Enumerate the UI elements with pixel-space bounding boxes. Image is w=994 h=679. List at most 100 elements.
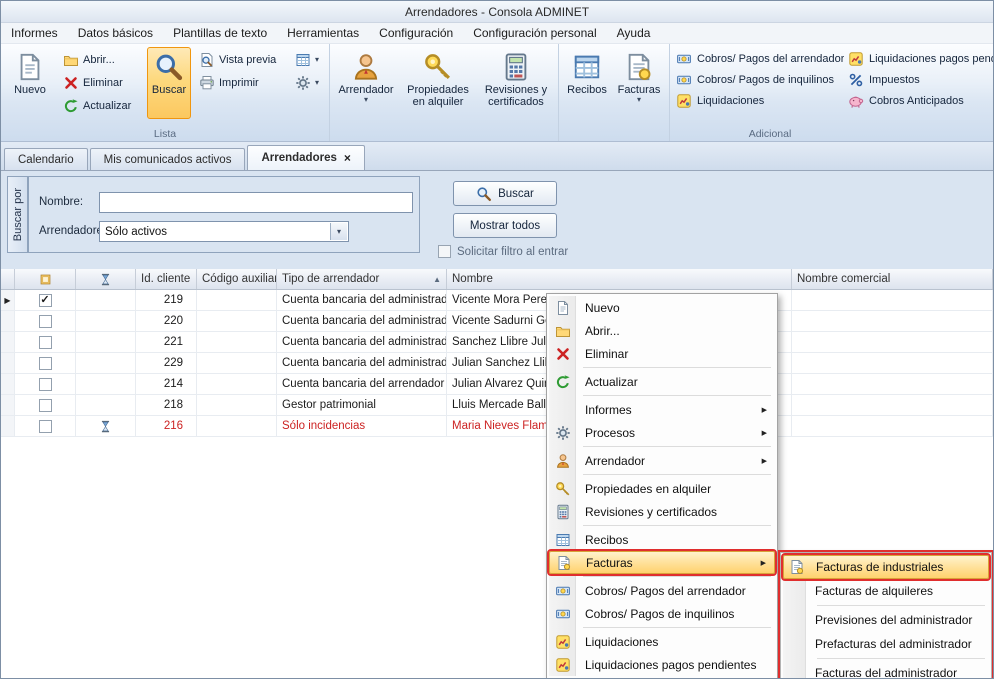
close-icon[interactable]: × xyxy=(344,151,351,165)
cell-codigo xyxy=(197,416,277,436)
submenu-item-facturas-de-alquileres[interactable]: Facturas de alquileres xyxy=(783,579,989,603)
arrendador-button[interactable]: Arrendador ▾ xyxy=(334,47,398,119)
table-row[interactable]: 219 Cuenta bancaria del administrador Vi… xyxy=(1,290,993,311)
menu-ayuda[interactable]: Ayuda xyxy=(607,24,661,42)
arrendadores-select[interactable]: Sólo activos ▾ xyxy=(99,221,349,242)
context-menu-item-procesos[interactable]: Procesos ▶ xyxy=(549,421,775,444)
cobros-pagos-inquilinos-button[interactable]: Cobros/ Pagos de inquilinos xyxy=(673,70,845,90)
row-checkbox[interactable] xyxy=(39,315,52,328)
submenu-item-facturas-de-industriales[interactable]: Facturas de industriales xyxy=(783,555,989,579)
invoice-icon xyxy=(556,555,572,571)
impuestos-button[interactable]: Impuestos xyxy=(845,70,994,90)
context-menu-item-revisiones-y-certificados[interactable]: Revisiones y certificados xyxy=(549,500,775,523)
context-menu-item-arrendador[interactable]: Arrendador ▶ xyxy=(549,449,775,472)
context-menu-item-abrir[interactable]: Abrir... xyxy=(549,319,775,342)
submenu-item-facturas-del-administrador[interactable]: Facturas del administrador xyxy=(783,661,989,679)
table-row[interactable]: 220 Cuenta bancaria del administrador Vi… xyxy=(1,311,993,332)
context-menu-item-cobros-pagos-del-arrendador[interactable]: Cobros/ Pagos del arrendador xyxy=(549,579,775,602)
row-checkbox[interactable] xyxy=(39,420,52,433)
menu-item-label: Nuevo xyxy=(585,301,620,315)
menu-item-label: Procesos xyxy=(585,426,635,440)
chevron-down-icon: ▾ xyxy=(337,228,341,236)
new-document-icon xyxy=(555,300,571,316)
tab-mis-comunicados-activos[interactable]: Mis comunicados activos xyxy=(90,148,246,170)
buscar-label: Buscar xyxy=(152,84,186,96)
invoice-icon xyxy=(624,52,654,82)
context-menu-item-nuevo[interactable]: Nuevo xyxy=(549,296,775,319)
vista-previa-button[interactable]: Vista previa xyxy=(194,49,286,70)
flag-column-header[interactable] xyxy=(76,269,136,289)
submenu-item-prefacturas-del-administrador[interactable]: Prefacturas del administrador xyxy=(783,632,989,656)
column-header-nombre-comercial[interactable]: Nombre comercial xyxy=(792,269,993,289)
menu-item-label: Facturas de industriales xyxy=(816,560,943,574)
column-header-tipo-de-arrendador[interactable]: Tipo de arrendador ▲ xyxy=(277,269,447,289)
nombre-input[interactable] xyxy=(99,192,413,213)
column-header-id-cliente[interactable]: Id. cliente xyxy=(136,269,197,289)
menu-informes[interactable]: Informes xyxy=(1,24,68,42)
context-menu-item-liquidaciones-pagos-pendientes[interactable]: Liquidaciones pagos pendientes xyxy=(549,653,775,676)
submenu-item-previsiones-del-administrador[interactable]: Previsiones del administrador xyxy=(783,608,989,632)
view-options-dropdown[interactable]: ▾ xyxy=(290,49,324,70)
key-icon xyxy=(555,481,571,497)
liquidaciones-pagos-pendientes-button[interactable]: Liquidaciones pagos pendientes xyxy=(845,49,994,69)
menu-configuracion-personal[interactable]: Configuración personal xyxy=(463,24,606,42)
context-menu-item-actualizar[interactable]: Actualizar xyxy=(549,370,775,393)
context-menu-item-propiedades-en-alquiler[interactable]: Propiedades en alquiler xyxy=(549,477,775,500)
tab-label: Arrendadores xyxy=(261,152,336,164)
propiedades-en-alquiler-button[interactable]: Propiedades en alquiler xyxy=(400,47,476,119)
print-preview-icon xyxy=(199,52,215,68)
tab-calendario[interactable]: Calendario xyxy=(4,148,88,170)
delete-icon xyxy=(555,346,571,362)
context-menu-item-recibos[interactable]: Recibos xyxy=(549,528,775,551)
context-menu-item-eliminar[interactable]: Eliminar xyxy=(549,342,775,365)
context-menu-item-informes[interactable]: Informes ▶ xyxy=(549,398,775,421)
row-checkbox[interactable] xyxy=(39,399,52,412)
solicitar-filtro-checkbox-row: Solicitar filtro al entrar xyxy=(438,245,568,258)
imprimir-button[interactable]: Imprimir xyxy=(194,72,286,93)
menu-item-label: Facturas de alquileres xyxy=(815,584,933,598)
recibos-button[interactable]: Recibos xyxy=(563,47,611,119)
liquidaciones-button[interactable]: Liquidaciones xyxy=(673,91,845,111)
buscar-panel-button[interactable]: Buscar xyxy=(453,181,557,206)
table-row[interactable]: 216 Sólo incidencias Maria Nieves Flamer xyxy=(1,416,993,437)
tab-arrendadores[interactable]: Arrendadores × xyxy=(247,145,364,170)
context-menu-item-liquidaciones[interactable]: Liquidaciones xyxy=(549,630,775,653)
facturas-button[interactable]: Facturas ▾ xyxy=(613,47,665,119)
menu-configuracion[interactable]: Configuración xyxy=(369,24,463,42)
nuevo-button[interactable]: Nuevo xyxy=(5,47,55,119)
row-checkbox[interactable] xyxy=(39,336,52,349)
table-row[interactable]: 214 Cuenta bancaria del arrendador Julia… xyxy=(1,374,993,395)
settings-dropdown[interactable]: ▾ xyxy=(290,72,324,93)
revisiones-y-certificados-button[interactable]: Revisiones y certificados xyxy=(478,47,554,119)
table-row[interactable]: 229 Cuenta bancaria del administrador Ju… xyxy=(1,353,993,374)
tab-strip: Calendario Mis comunicados activos Arren… xyxy=(1,142,993,171)
actualizar-button[interactable]: Actualizar xyxy=(58,95,144,116)
table-row[interactable]: 218 Gestor patrimonial Lluis Mercade Bal… xyxy=(1,395,993,416)
chevron-down-icon: ▾ xyxy=(364,96,368,104)
cobros-anticipados-button[interactable]: Cobros Anticipados xyxy=(845,91,994,111)
row-indicator xyxy=(1,395,15,415)
eliminar-button[interactable]: Eliminar xyxy=(58,72,144,93)
mostrar-todos-button[interactable]: Mostrar todos xyxy=(453,213,557,238)
context-menu-item-facturas[interactable]: Facturas ▶ xyxy=(549,551,775,574)
menu-datos-basicos[interactable]: Datos básicos xyxy=(68,24,163,42)
select-all-header[interactable] xyxy=(15,269,76,289)
cobros-pagos-arrendador-button[interactable]: Cobros/ Pagos del arrendador xyxy=(673,49,845,69)
solicitar-filtro-checkbox[interactable] xyxy=(438,245,451,258)
column-header-nombre[interactable]: Nombre xyxy=(447,269,792,289)
dropdown-button[interactable]: ▾ xyxy=(330,223,347,240)
menu-plantillas-de-texto[interactable]: Plantillas de texto xyxy=(163,24,277,42)
table-row[interactable]: 221 Cuenta bancaria del administrador Sa… xyxy=(1,332,993,353)
menu-herramientas[interactable]: Herramientas xyxy=(277,24,369,42)
context-menu-item-cobros-pagos-de-inquilinos[interactable]: Cobros/ Pagos de inquilinos xyxy=(549,602,775,625)
row-checkbox[interactable] xyxy=(39,357,52,370)
tab-label: Mis comunicados activos xyxy=(104,154,232,166)
buscar-button[interactable]: Buscar xyxy=(147,47,191,119)
printer-icon xyxy=(199,75,215,91)
row-checkbox[interactable] xyxy=(39,378,52,391)
row-checkbox[interactable] xyxy=(39,294,52,307)
abrir-button[interactable]: Abrir... xyxy=(58,49,144,70)
cell-codigo xyxy=(197,353,277,373)
app-window: Arrendadores - Consola ADMINET Informes … xyxy=(0,0,994,679)
column-header-codigo-auxiliar[interactable]: Código auxiliar xyxy=(197,269,277,289)
